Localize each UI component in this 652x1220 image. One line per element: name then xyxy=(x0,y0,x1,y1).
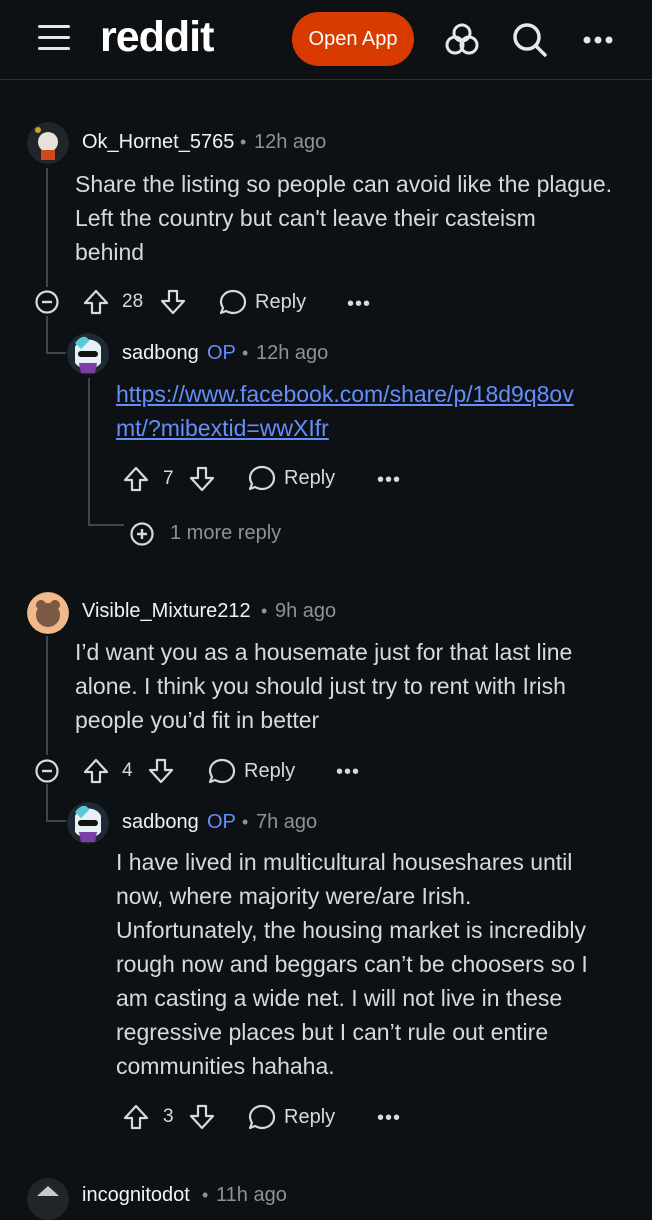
collapse-icon[interactable] xyxy=(35,759,59,783)
comment-author[interactable]: incognitodot xyxy=(82,1184,190,1207)
thread-line[interactable] xyxy=(46,168,48,287)
thread-line[interactable] xyxy=(46,352,66,354)
user-avatar[interactable] xyxy=(27,122,69,164)
more-replies-button[interactable]: 1 more reply xyxy=(130,520,300,548)
reply-button[interactable]: Reply xyxy=(208,755,308,787)
user-avatar[interactable] xyxy=(27,592,69,634)
thread-line[interactable] xyxy=(88,524,124,526)
more-options-icon[interactable] xyxy=(576,18,620,62)
comment-overflow-menu[interactable]: ••• xyxy=(336,761,360,784)
reply-button[interactable]: Reply xyxy=(248,462,348,494)
reply-button[interactable]: Reply xyxy=(248,1101,348,1133)
open-app-button[interactable]: Open App xyxy=(292,12,414,66)
shared-link[interactable]: https://www.facebook.com/share/p/18d9q8o… xyxy=(116,377,574,445)
vote-count: 4 xyxy=(122,760,133,781)
upvote-icon[interactable] xyxy=(122,1103,150,1131)
comment-body: I’d want you as a housemate just for tha… xyxy=(75,639,573,733)
comment-timestamp: 9h ago xyxy=(275,600,337,622)
menu-icon[interactable] xyxy=(38,25,70,55)
user-avatar[interactable] xyxy=(27,1178,69,1220)
comment-overflow-menu[interactable]: ••• xyxy=(377,469,401,492)
comment-overflow-menu[interactable]: ••• xyxy=(377,1107,401,1130)
upvote-icon[interactable] xyxy=(82,288,110,316)
downvote-icon[interactable] xyxy=(159,288,187,316)
separator: • xyxy=(240,132,247,152)
thread-line[interactable] xyxy=(88,378,90,524)
separator: • xyxy=(242,343,249,363)
downvote-icon[interactable] xyxy=(188,1103,216,1131)
comment-timestamp: 11h ago xyxy=(216,1184,287,1206)
search-icon[interactable] xyxy=(508,18,552,62)
upvote-icon[interactable] xyxy=(82,757,110,785)
top-bar: reddit Open App xyxy=(0,0,652,80)
downvote-icon[interactable] xyxy=(188,465,216,493)
user-avatar[interactable] xyxy=(67,802,109,844)
downvote-icon[interactable] xyxy=(147,757,175,785)
reply-icon xyxy=(248,1104,276,1130)
op-badge: OP xyxy=(207,811,236,833)
comment-body: I have lived in multicultural houseshare… xyxy=(116,849,588,1079)
separator: • xyxy=(261,601,268,621)
op-badge: OP xyxy=(207,342,236,364)
expand-icon xyxy=(130,522,154,546)
reply-button[interactable]: Reply xyxy=(219,286,319,318)
vote-count: 7 xyxy=(163,468,174,489)
comment-author[interactable]: Visible_Mixture212 xyxy=(82,600,251,623)
thread-line[interactable] xyxy=(46,636,48,755)
separator: • xyxy=(242,812,249,832)
separator: • xyxy=(202,1185,209,1205)
comment-overflow-menu[interactable]: ••• xyxy=(347,293,371,316)
comment-author[interactable]: sadbong xyxy=(122,342,199,365)
upvote-icon[interactable] xyxy=(122,465,150,493)
reply-icon xyxy=(248,465,276,491)
reply-icon xyxy=(208,758,236,784)
comment-body: Share the listing so people can avoid li… xyxy=(75,171,613,265)
user-avatar[interactable] xyxy=(67,333,109,375)
popular-icon[interactable] xyxy=(440,18,484,62)
thread-line[interactable] xyxy=(46,316,48,352)
comment-author[interactable]: sadbong xyxy=(122,811,199,834)
comment-author[interactable]: Ok_Hornet_5765 xyxy=(82,131,234,154)
comment-timestamp: 7h ago xyxy=(256,811,318,833)
reddit-logo[interactable]: reddit xyxy=(100,13,214,62)
comment-timestamp: 12h ago xyxy=(256,342,329,364)
comment-timestamp: 12h ago xyxy=(254,131,327,153)
collapse-icon[interactable] xyxy=(35,290,59,314)
vote-count: 28 xyxy=(122,291,144,312)
thread-line[interactable] xyxy=(46,784,48,820)
reply-icon xyxy=(219,289,247,315)
thread-line[interactable] xyxy=(46,820,66,822)
vote-count: 3 xyxy=(163,1106,174,1127)
